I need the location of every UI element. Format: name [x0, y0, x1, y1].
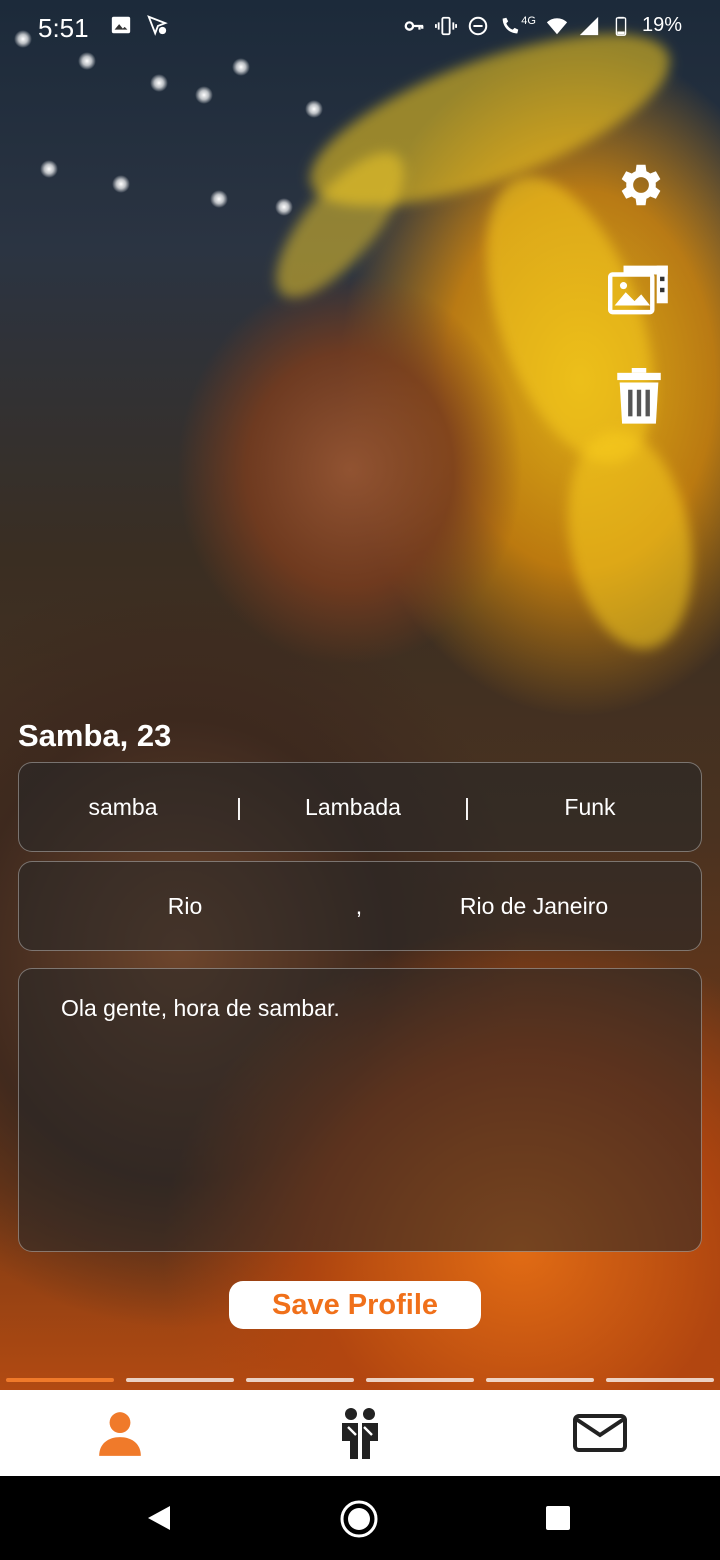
change-photo-button[interactable]: [604, 255, 674, 325]
home-icon[interactable]: [339, 1499, 379, 1539]
settings-button[interactable]: [604, 150, 674, 220]
location-off-icon: [147, 15, 168, 36]
location-field[interactable]: Rio , Rio de Janeiro: [18, 861, 702, 951]
key-icon: [404, 20, 424, 31]
gear-icon: [621, 164, 661, 206]
dance-style-1: samba: [88, 793, 158, 820]
pager-segment-5: [486, 1378, 594, 1382]
dance-style-separator: |: [464, 793, 470, 820]
pager-segment-2: [126, 1378, 234, 1382]
about-me-text: Ola gente, hora de sambar.: [61, 995, 340, 1021]
status-bar: 5:51 4G 19%: [0, 0, 720, 56]
dance-style-2: Lambada: [305, 793, 401, 820]
battery-level: 19%: [641, 14, 682, 36]
bottom-navigation: [0, 1390, 720, 1476]
vibrate-icon: [435, 16, 458, 35]
network-type: 4G: [521, 14, 536, 27]
recents-icon[interactable]: [545, 1505, 571, 1531]
nav-matches-tab[interactable]: [240, 1390, 480, 1476]
wifi-calling-icon: [502, 17, 519, 33]
signal-icon: [579, 16, 599, 35]
system-navigation-bar: [0, 1476, 720, 1560]
image-gallery-icon: [608, 265, 668, 315]
pager-segment-1: [6, 1378, 114, 1382]
pager-segment-3: [246, 1378, 354, 1382]
person-icon: [99, 1412, 141, 1456]
profile-screen: 5:51 4G 19% Samba, 23 samba | Lambada | …: [0, 0, 720, 1560]
do-not-disturb-icon: [469, 16, 488, 35]
about-me-field[interactable]: Ola gente, hora de sambar.: [18, 968, 702, 1252]
status-time: 5:51: [38, 13, 89, 43]
dance-style-separator: |: [236, 793, 242, 820]
gallery-notification-icon: [111, 16, 131, 34]
nav-messages-tab[interactable]: [480, 1390, 720, 1476]
pager-segment-4: [366, 1378, 474, 1382]
save-profile-button[interactable]: Save Profile: [229, 1281, 481, 1329]
location-state: Rio de Janeiro: [459, 892, 609, 919]
back-icon[interactable]: [146, 1504, 172, 1532]
trash-icon: [617, 368, 661, 424]
location-city: Rio: [167, 892, 203, 919]
photo-pager: [6, 1378, 714, 1382]
nav-profile-tab[interactable]: [0, 1390, 240, 1476]
delete-photo-button[interactable]: [604, 362, 674, 432]
people-icon: [342, 1408, 378, 1459]
battery-icon: [615, 16, 627, 36]
dance-style-3: Funk: [564, 793, 616, 820]
location-separator: ,: [355, 892, 363, 919]
pager-segment-6: [606, 1378, 714, 1382]
profile-name-age: Samba, 23: [18, 718, 172, 753]
mail-icon: [573, 1414, 627, 1452]
dance-styles-field[interactable]: samba | Lambada | Funk: [18, 762, 702, 852]
wifi-icon: [546, 17, 568, 34]
